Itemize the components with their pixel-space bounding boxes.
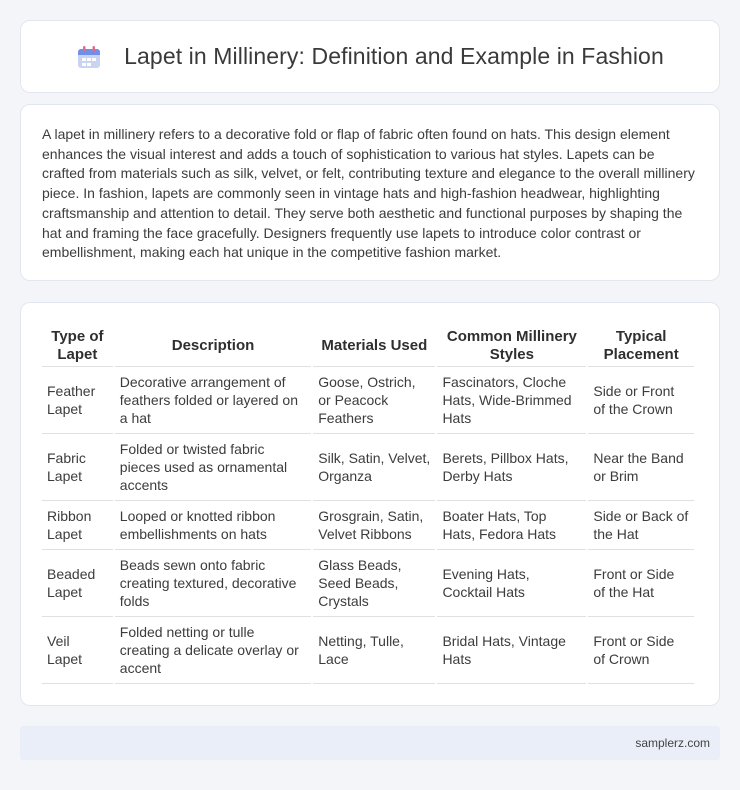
cell-type: Veil Lapet	[42, 617, 113, 684]
cell-description: Looped or knotted ribbon embellishments …	[114, 501, 312, 550]
cell-description: Folded or twisted fabric pieces used as …	[114, 434, 312, 501]
cell-materials: Netting, Tulle, Lace	[313, 617, 436, 684]
cell-styles: Fascinators, Cloche Hats, Wide-Brimmed H…	[437, 367, 587, 434]
column-header-placement: Typical Placement	[588, 325, 694, 367]
cell-placement: Side or Back of the Hat	[588, 501, 694, 550]
cell-placement: Front or Side of Crown	[588, 617, 694, 684]
intro-paragraph: A lapet in millinery refers to a decorat…	[42, 126, 695, 261]
table-card: Type of Lapet Description Materials Used…	[20, 302, 720, 706]
intro-card: A lapet in millinery refers to a decorat…	[20, 104, 720, 281]
column-header-type: Type of Lapet	[42, 325, 113, 367]
cell-description: Folded netting or tulle creating a delic…	[114, 617, 312, 684]
cell-materials: Goose, Ostrich, or Peacock Feathers	[313, 367, 436, 434]
cell-styles: Berets, Pillbox Hats, Derby Hats	[437, 434, 587, 501]
calendar-icon	[76, 44, 102, 70]
lapet-table: Type of Lapet Description Materials Used…	[40, 325, 696, 684]
cell-description: Beads sewn onto fabric creating textured…	[114, 550, 312, 617]
column-header-styles: Common Millinery Styles	[437, 325, 587, 367]
cell-materials: Silk, Satin, Velvet, Organza	[313, 434, 436, 501]
table-row: Ribbon Lapet Looped or knotted ribbon em…	[42, 501, 694, 550]
footer-site-link[interactable]: samplerz.com	[635, 736, 710, 750]
cell-placement: Side or Front of the Crown	[588, 367, 694, 434]
table-row: Fabric Lapet Folded or twisted fabric pi…	[42, 434, 694, 501]
cell-styles: Evening Hats, Cocktail Hats	[437, 550, 587, 617]
cell-styles: Bridal Hats, Vintage Hats	[437, 617, 587, 684]
column-header-description: Description	[114, 325, 312, 367]
cell-placement: Near the Band or Brim	[588, 434, 694, 501]
title-card: Lapet in Millinery: Definition and Examp…	[20, 20, 720, 93]
column-header-materials: Materials Used	[313, 325, 436, 367]
cell-placement: Front or Side of the Hat	[588, 550, 694, 617]
table-row: Veil Lapet Folded netting or tulle creat…	[42, 617, 694, 684]
cell-styles: Boater Hats, Top Hats, Fedora Hats	[437, 501, 587, 550]
footer-bar: samplerz.com	[20, 726, 720, 760]
cell-materials: Grosgrain, Satin, Velvet Ribbons	[313, 501, 436, 550]
cell-materials: Glass Beads, Seed Beads, Crystals	[313, 550, 436, 617]
table-row: Beaded Lapet Beads sewn onto fabric crea…	[42, 550, 694, 617]
page-title: Lapet in Millinery: Definition and Examp…	[124, 43, 664, 69]
cell-type: Fabric Lapet	[42, 434, 113, 501]
cell-description: Decorative arrangement of feathers folde…	[114, 367, 312, 434]
cell-type: Ribbon Lapet	[42, 501, 113, 550]
table-row: Feather Lapet Decorative arrangement of …	[42, 367, 694, 434]
cell-type: Feather Lapet	[42, 367, 113, 434]
cell-type: Beaded Lapet	[42, 550, 113, 617]
table-header-row: Type of Lapet Description Materials Used…	[42, 325, 694, 367]
